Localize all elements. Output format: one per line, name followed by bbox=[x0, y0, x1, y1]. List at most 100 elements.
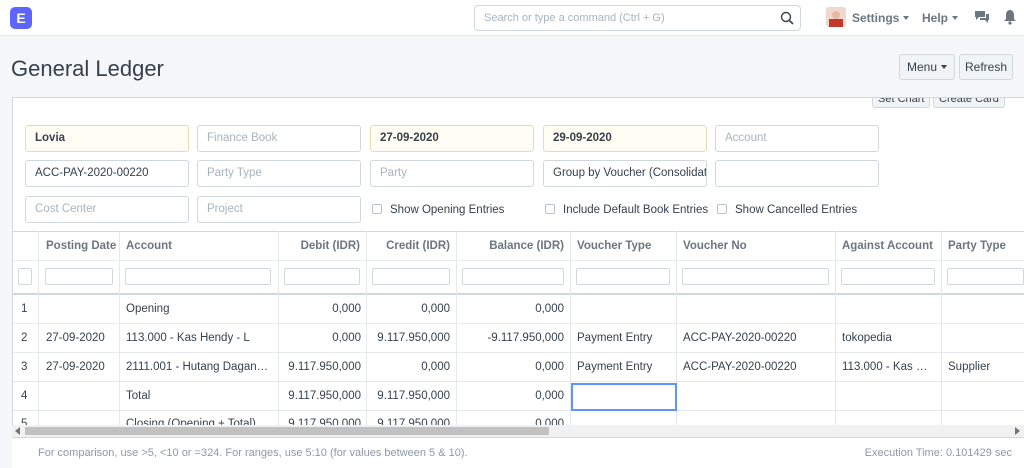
credit-cell[interactable]: 9.117.950,000 bbox=[372, 390, 450, 402]
grid-border bbox=[13, 231, 1024, 232]
select-all-checkbox[interactable] bbox=[18, 268, 32, 285]
finance-book-filter[interactable]: Finance Book bbox=[197, 125, 361, 152]
search-placeholder: Search or type a command (Ctrl + G) bbox=[484, 12, 665, 24]
column-filter-input[interactable] bbox=[682, 268, 829, 285]
show-cancelled-entries-checkbox[interactable]: Show Cancelled Entries bbox=[717, 204, 857, 216]
grid-border bbox=[835, 231, 836, 425]
against-account-cell[interactable] bbox=[842, 418, 937, 425]
refresh-button[interactable]: Refresh bbox=[959, 54, 1013, 80]
horizontal-scrollbar[interactable] bbox=[12, 425, 1024, 437]
column-header-account[interactable]: Account bbox=[126, 240, 276, 252]
row-number: 3 bbox=[21, 361, 28, 373]
debit-cell[interactable]: 0,000 bbox=[284, 332, 361, 344]
column-header-balance[interactable]: Balance (IDR) bbox=[462, 240, 564, 252]
column-header-voucher-no[interactable]: Voucher No bbox=[683, 240, 833, 252]
grid-border bbox=[278, 231, 279, 425]
balance-cell[interactable]: 0,000 bbox=[462, 390, 564, 402]
row-number: 4 bbox=[21, 390, 28, 402]
settings-label: Settings bbox=[852, 11, 900, 25]
party-type-cell[interactable] bbox=[948, 418, 1024, 425]
help-dropdown[interactable]: Help bbox=[922, 11, 959, 25]
column-filter-input[interactable] bbox=[947, 268, 1024, 285]
account-cell[interactable]: Opening bbox=[126, 303, 276, 315]
account-cell[interactable]: 2111.001 - Hutang Dagang Dalam Negeri - … bbox=[126, 361, 272, 373]
debit-cell[interactable]: 9.117.950,000 bbox=[284, 390, 361, 402]
project-filter[interactable]: Project bbox=[197, 196, 361, 223]
menu-button[interactable]: Menu bbox=[899, 54, 955, 80]
voucher-no-cell[interactable]: ACC-PAY-2020-00220 bbox=[683, 361, 833, 373]
column-filter-input[interactable] bbox=[841, 268, 935, 285]
voucher-type-cell[interactable] bbox=[577, 418, 673, 425]
scrollbar-thumb[interactable] bbox=[25, 427, 549, 435]
settings-dropdown[interactable]: Settings bbox=[852, 11, 910, 25]
checkbox-box[interactable] bbox=[545, 204, 555, 214]
column-header-voucher-type[interactable]: Voucher Type bbox=[577, 240, 673, 252]
against-account-cell[interactable]: 113.000 - Kas Hendy - L bbox=[842, 361, 935, 373]
account-cell[interactable]: Closing (Opening + Total) bbox=[126, 418, 276, 425]
balance-cell[interactable]: 0,000 bbox=[462, 361, 564, 373]
account-cell[interactable]: 113.000 - Kas Hendy - L bbox=[126, 332, 276, 344]
presentation-currency-select[interactable] bbox=[715, 160, 879, 187]
group-by-select[interactable]: Group by Voucher (Consolidated) bbox=[543, 160, 707, 187]
company-filter[interactable]: Lovia bbox=[25, 125, 189, 152]
scroll-left-arrow-icon[interactable] bbox=[15, 427, 20, 435]
chat-icon[interactable] bbox=[974, 10, 990, 24]
column-header-posting-date[interactable]: Posting Date bbox=[46, 240, 116, 252]
from-date-filter[interactable]: 27-09-2020 bbox=[370, 125, 534, 152]
column-filter-input[interactable] bbox=[462, 268, 564, 285]
voucher-no-cell[interactable]: ACC-PAY-2020-00220 bbox=[683, 332, 833, 344]
account-cell[interactable]: Total bbox=[126, 390, 276, 402]
checkbox-label: Show Opening Entries bbox=[390, 204, 505, 216]
selected-cell[interactable] bbox=[571, 383, 677, 411]
posting-date-cell[interactable] bbox=[46, 418, 116, 425]
voucher-type-cell[interactable]: Payment Entry bbox=[577, 361, 673, 373]
to-date-filter[interactable]: 29-09-2020 bbox=[543, 125, 707, 152]
debit-cell[interactable]: 9.117.950,000 bbox=[284, 418, 361, 425]
search-bar[interactable]: Search or type a command (Ctrl + G) bbox=[474, 5, 801, 31]
scroll-right-arrow-icon[interactable] bbox=[1015, 427, 1020, 435]
posting-date-cell[interactable]: 27-09-2020 bbox=[46, 361, 116, 373]
account-filter[interactable]: Account bbox=[715, 125, 879, 152]
credit-cell[interactable]: 9.117.950,000 bbox=[372, 418, 450, 425]
voucher-type-cell[interactable]: Payment Entry bbox=[577, 332, 673, 344]
voucher-no-filter[interactable]: ACC-PAY-2020-00220 bbox=[25, 160, 189, 187]
create-card-button[interactable]: Create Card bbox=[933, 98, 1005, 108]
balance-cell[interactable]: 0,000 bbox=[462, 418, 564, 425]
app-logo[interactable]: E bbox=[10, 7, 32, 29]
balance-cell[interactable]: -9.117.950,000 bbox=[462, 332, 564, 344]
party-type-filter[interactable]: Party Type bbox=[197, 160, 361, 187]
credit-cell[interactable]: 9.117.950,000 bbox=[372, 332, 450, 344]
debit-cell[interactable]: 9.117.950,000 bbox=[284, 361, 361, 373]
posting-date-cell[interactable]: 27-09-2020 bbox=[46, 332, 116, 344]
credit-cell[interactable]: 0,000 bbox=[372, 361, 450, 373]
party-type-cell[interactable]: Supplier bbox=[948, 361, 1024, 373]
cost-center-filter[interactable]: Cost Center bbox=[25, 196, 189, 223]
credit-cell[interactable]: 0,000 bbox=[372, 303, 450, 315]
search-icon[interactable] bbox=[780, 11, 794, 25]
column-filter-input[interactable] bbox=[372, 268, 450, 285]
column-header-debit[interactable]: Debit (IDR) bbox=[284, 240, 360, 252]
page-title: General Ledger bbox=[11, 56, 164, 81]
user-avatar[interactable] bbox=[826, 7, 846, 27]
show-opening-entries-checkbox[interactable]: Show Opening Entries bbox=[372, 204, 504, 216]
voucher-no-cell[interactable] bbox=[683, 418, 833, 425]
column-filter-input[interactable] bbox=[45, 268, 113, 285]
column-header-credit[interactable]: Credit (IDR) bbox=[372, 240, 450, 252]
column-header-party-type[interactable]: Party Type bbox=[948, 240, 1024, 252]
column-filter-input[interactable] bbox=[576, 268, 670, 285]
against-account-cell[interactable]: tokopedia bbox=[842, 332, 937, 344]
set-chart-button[interactable]: Set Chart bbox=[872, 98, 931, 108]
grid-border bbox=[13, 260, 1024, 261]
bell-icon[interactable] bbox=[1003, 9, 1017, 25]
column-filter-input[interactable] bbox=[125, 268, 271, 285]
debit-cell[interactable]: 0,000 bbox=[284, 303, 361, 315]
party-filter[interactable]: Party bbox=[370, 160, 534, 187]
checkbox-box[interactable] bbox=[717, 204, 727, 214]
column-filter-input[interactable] bbox=[284, 268, 360, 285]
grid-border bbox=[13, 381, 1024, 382]
grid-border bbox=[13, 293, 1024, 295]
checkbox-box[interactable] bbox=[372, 204, 382, 214]
column-header-against-account[interactable]: Against Account bbox=[842, 240, 939, 252]
balance-cell[interactable]: 0,000 bbox=[462, 303, 564, 315]
include-default-book-checkbox[interactable]: Include Default Book Entries bbox=[545, 204, 708, 216]
